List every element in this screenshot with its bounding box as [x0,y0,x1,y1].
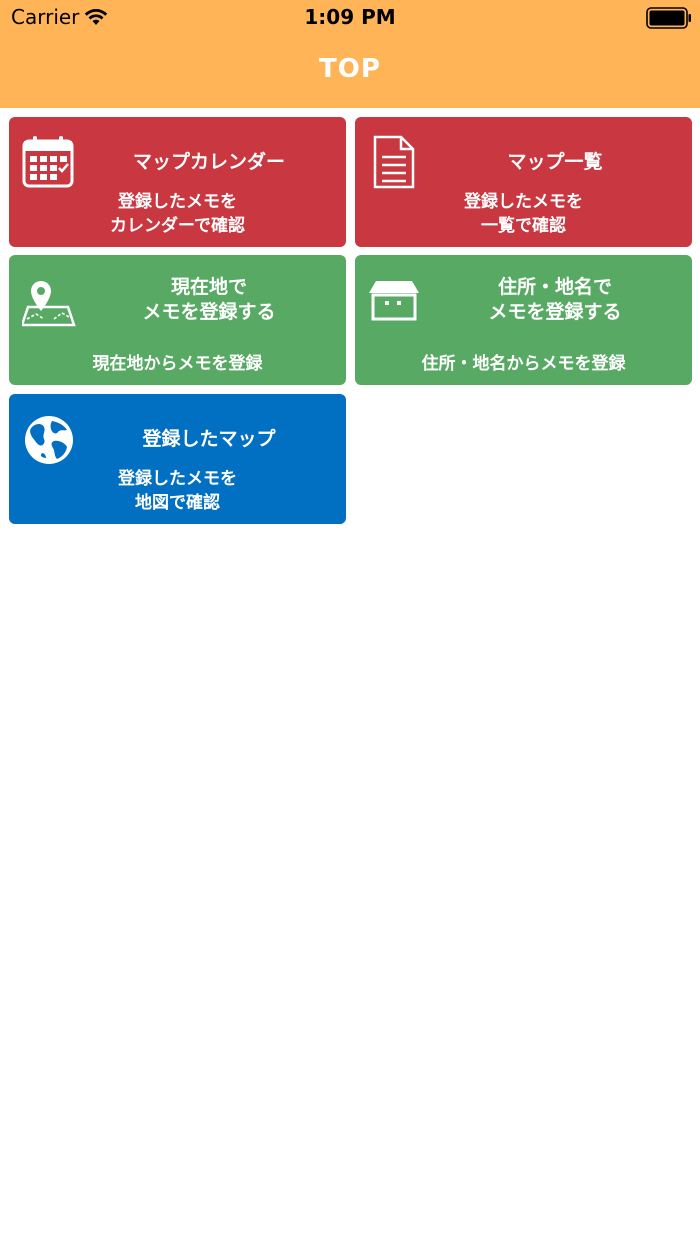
tile-title: 登録したマップ [142,428,276,450]
tile-description: 登録したメモを 一覧で確認 [464,192,583,236]
tile-description: 現在地からメモを登録 [92,354,263,374]
document-icon [373,135,415,193]
status-time: 1:09 PM [304,5,396,29]
tile-title: 現在地で メモを登録する [142,276,276,323]
map-pin-icon [20,279,76,331]
globe-icon [22,413,76,471]
register-current-location-button[interactable]: 現在地で メモを登録する 現在地からメモを登録 [9,255,346,385]
status-bar: Carrier 1:09 PM [0,0,700,36]
tile-title: 住所・地名で メモを登録する [488,276,622,323]
shop-icon [368,279,420,325]
battery-icon [646,7,692,33]
tile-description: 登録したメモを 地図で確認 [118,469,237,513]
register-by-address-button[interactable]: 住所・地名で メモを登録する 住所・地名からメモを登録 [355,255,692,385]
tile-title: マップ一覧 [507,151,603,173]
registered-map-button[interactable]: 登録したマップ 登録したメモを 地図で確認 [9,394,346,524]
map-calendar-button[interactable]: マップカレンダー 登録したメモを カレンダーで確認 [9,117,346,247]
header-bar: Carrier 1:09 PM TOP [0,0,700,108]
tile-title: マップカレンダー [132,151,285,173]
tile-description: 住所・地名からメモを登録 [421,354,626,374]
tile-description: 登録したメモを カレンダーで確認 [110,192,245,236]
map-list-button[interactable]: マップ一覧 登録したメモを 一覧で確認 [355,117,692,247]
calendar-icon [22,135,74,193]
page-title: TOP [319,54,381,84]
